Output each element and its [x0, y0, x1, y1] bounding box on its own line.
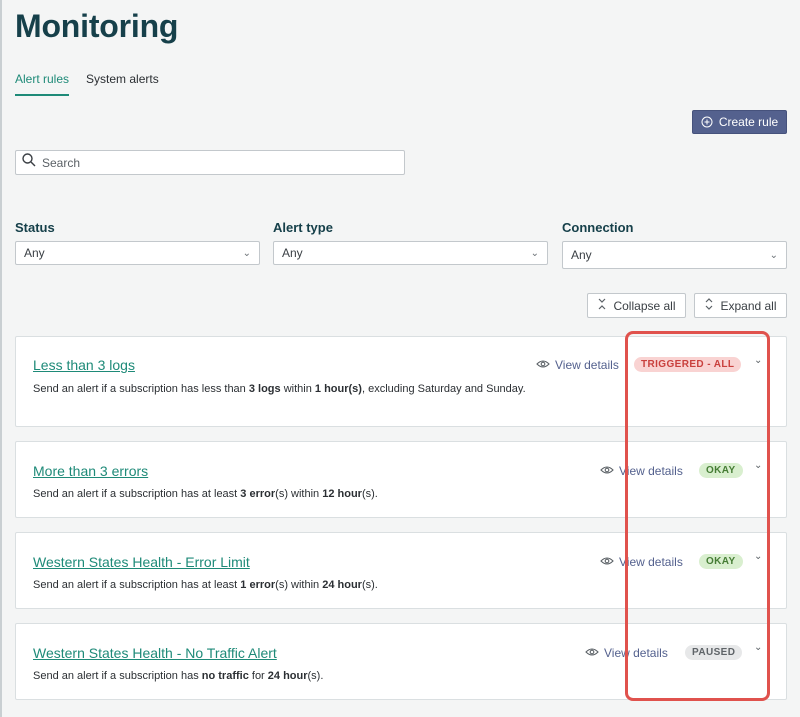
chevron-down-icon[interactable]: ⌄: [754, 355, 762, 366]
eye-icon: [585, 646, 599, 660]
window-edge: [0, 0, 2, 717]
rule-title[interactable]: Western States Health - No Traffic Alert: [33, 645, 277, 661]
search-icon: [22, 153, 36, 172]
status-badge: TRIGGERED - ALL: [634, 357, 742, 372]
rule-card: Western States Health - No Traffic Alert…: [15, 623, 787, 700]
search-box: [15, 150, 405, 175]
expand-all-button[interactable]: Expand all: [694, 293, 787, 318]
rule-description: Send an alert if a subscription has at l…: [33, 488, 378, 500]
eye-icon: [600, 555, 614, 569]
create-rule-label: Create rule: [718, 115, 779, 129]
plus-circle-icon: [701, 116, 713, 128]
status-select-value: Any: [24, 246, 45, 260]
chevron-down-icon[interactable]: ⌄: [754, 460, 762, 471]
create-rule-button[interactable]: Create rule: [692, 110, 787, 134]
view-details-link[interactable]: View details: [600, 464, 683, 478]
eye-icon: [536, 358, 550, 372]
chevron-down-icon[interactable]: ⌄: [754, 551, 762, 562]
collapse-all-button[interactable]: Collapse all: [587, 293, 686, 318]
view-details-link[interactable]: View details: [600, 555, 683, 569]
view-details-link[interactable]: View details: [536, 358, 619, 372]
rule-description: Send an alert if a subscription has no t…: [33, 670, 324, 682]
chevron-down-icon[interactable]: ⌄: [754, 642, 762, 653]
rule-title[interactable]: More than 3 errors: [33, 463, 148, 479]
rule-description: Send an alert if a subscription has less…: [33, 383, 526, 395]
chevron-down-icon: ⌄: [530, 247, 539, 259]
status-select[interactable]: Any ⌄: [15, 241, 260, 265]
chevron-down-icon: ⌄: [242, 247, 251, 259]
rule-card: Less than 3 logs Send an alert if a subs…: [15, 336, 787, 427]
tab-system-alerts[interactable]: System alerts: [86, 72, 159, 96]
status-filter-label: Status: [15, 220, 55, 235]
connection-filter-label: Connection: [562, 220, 634, 235]
collapse-all-label: Collapse all: [613, 298, 676, 313]
chevron-down-icon: ⌄: [769, 249, 778, 261]
search-input[interactable]: [42, 155, 392, 170]
status-badge: PAUSED: [685, 645, 743, 660]
rule-title[interactable]: Less than 3 logs: [33, 357, 135, 373]
connection-select-value: Any: [571, 248, 592, 262]
status-badge: OKAY: [699, 463, 743, 478]
view-details-link[interactable]: View details: [585, 646, 668, 660]
connection-select[interactable]: Any ⌄: [562, 241, 787, 269]
collapse-icon: [597, 298, 607, 313]
rule-card: Western States Health - Error Limit Send…: [15, 532, 787, 609]
alert-type-select[interactable]: Any ⌄: [273, 241, 548, 265]
tab-bar: Alert rules System alerts: [15, 72, 159, 96]
status-badge: OKAY: [699, 554, 743, 569]
tab-alert-rules[interactable]: Alert rules: [15, 72, 70, 96]
expand-icon: [704, 298, 714, 313]
alert-type-filter-label: Alert type: [273, 220, 333, 235]
rule-title[interactable]: Western States Health - Error Limit: [33, 554, 250, 570]
alert-type-select-value: Any: [282, 246, 303, 260]
eye-icon: [600, 464, 614, 478]
rule-description: Send an alert if a subscription has at l…: [33, 579, 378, 591]
expand-all-label: Expand all: [720, 298, 777, 313]
page-title: Monitoring: [15, 8, 179, 44]
rule-card: More than 3 errors Send an alert if a su…: [15, 441, 787, 518]
